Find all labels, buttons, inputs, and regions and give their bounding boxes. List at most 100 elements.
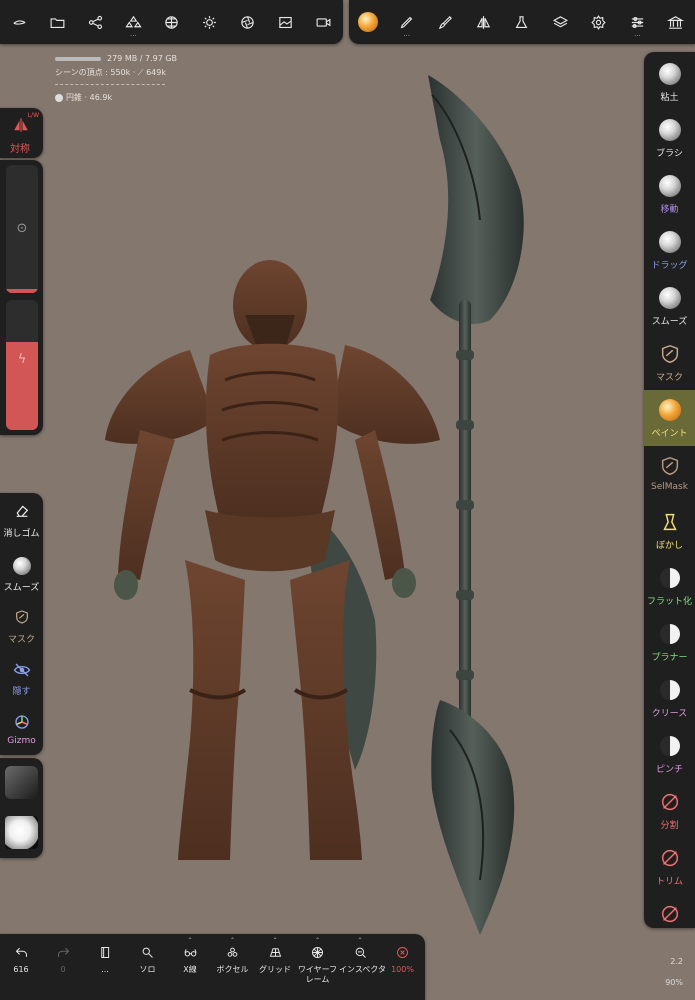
tool-label: ピンチ xyxy=(655,765,683,775)
selmask-icon xyxy=(659,455,681,477)
folder-icon[interactable] xyxy=(38,0,76,44)
bottom-button-label: X線 xyxy=(183,965,197,974)
tool-item-12[interactable]: ピンチ xyxy=(644,726,695,782)
hide-label: 隠す xyxy=(12,687,31,697)
light-icon[interactable] xyxy=(191,0,229,44)
material-sphere-thumbnail[interactable] xyxy=(5,816,38,849)
tool-label: マスク xyxy=(655,373,683,383)
sphere-grid-icon[interactable] xyxy=(152,0,190,44)
tool-item-5[interactable]: マスク xyxy=(644,334,695,390)
bottom-button-3[interactable]: ⌃ ボクセル xyxy=(212,934,254,1000)
bottom-button-7[interactable]: 100% xyxy=(382,934,424,1000)
aperture-icon[interactable] xyxy=(229,0,267,44)
gizmo-button[interactable]: Gizmo xyxy=(0,703,43,753)
symmetry-toggle[interactable]: L/W 対称 xyxy=(0,108,43,158)
tool-item-3[interactable]: ドラッグ xyxy=(644,222,695,278)
tool-item-8[interactable]: ぼかし xyxy=(644,502,695,558)
bottom-button-label: ... xyxy=(101,965,109,974)
tool-label: ペイント xyxy=(651,429,688,439)
memory-bar xyxy=(55,56,101,61)
paintbrush-icon[interactable] xyxy=(426,0,464,44)
tool-item-13[interactable]: 分割 xyxy=(644,782,695,838)
image-icon[interactable] xyxy=(267,0,305,44)
bottom-button-2[interactable]: ⌃ X線 xyxy=(169,934,211,1000)
glasses-icon xyxy=(169,945,211,960)
bottom-button-label: ワイヤーフ レーム xyxy=(297,965,338,984)
pen-icon[interactable]: ··· xyxy=(387,0,425,44)
tool-item-0[interactable]: 粘土 xyxy=(644,54,695,110)
undo-button[interactable]: 616 xyxy=(0,934,42,1000)
sculpt-tools-panel: 粘土 ブラシ移動ドラッグスムーズマスクペイント SelMask ぼかしフラット化プラナ… xyxy=(644,52,695,928)
layers-icon[interactable] xyxy=(541,0,579,44)
redo-button[interactable]: 0 xyxy=(42,934,84,1000)
matcap-thumbnail[interactable] xyxy=(5,766,38,799)
tool-item-7[interactable]: SelMask xyxy=(644,446,695,502)
sphere-icon xyxy=(658,231,681,253)
bottom-button-0[interactable]: ... xyxy=(84,934,126,1000)
flask-icon[interactable] xyxy=(503,0,541,44)
tool-label: 移動 xyxy=(660,205,679,215)
bottom-button-label: ボクセル xyxy=(216,965,249,974)
tool-item-11[interactable]: クリース xyxy=(644,670,695,726)
mask-label: マスク xyxy=(7,635,35,645)
viewport-model[interactable] xyxy=(0,0,695,1000)
tool-item-1[interactable]: ブラシ xyxy=(644,110,695,166)
hide-button[interactable]: 隠す xyxy=(0,651,43,701)
eraser-button[interactable]: 消しゴム xyxy=(0,493,43,543)
bottom-button-6[interactable]: ⌃ インスペクタ xyxy=(339,934,386,1000)
tool-label: 分割 xyxy=(660,821,679,831)
object-info: 円錐 · 46.9k xyxy=(66,93,113,102)
caret-up-icon: ⌃ xyxy=(272,937,278,944)
symmetry-icon[interactable] xyxy=(464,0,502,44)
intensity-icon: ϟ xyxy=(17,352,27,367)
trim-icon xyxy=(659,847,681,869)
scene-graph-icon[interactable] xyxy=(76,0,114,44)
voxel-icon xyxy=(212,945,254,960)
mask-icon xyxy=(0,609,43,627)
tool-item-14[interactable]: トリム xyxy=(644,838,695,894)
mask-icon xyxy=(659,343,681,365)
tool-item-6[interactable]: ペイント xyxy=(644,390,695,446)
tool-label: ドラッグ xyxy=(651,261,688,271)
tool-cut[interactable] xyxy=(644,894,695,950)
view-stats: 2.2 90% xyxy=(665,951,683,993)
bottom-button-5[interactable]: ⌃ ワイヤーフ レーム xyxy=(297,934,339,1000)
tool-label: ぼかし xyxy=(655,541,683,551)
tool-label: プラナー xyxy=(651,653,688,663)
tool-item-4[interactable]: スムーズ xyxy=(644,278,695,334)
view-value-1: 2.2 xyxy=(670,957,683,966)
menu-hamburger-icon[interactable] xyxy=(0,0,38,44)
tool-item-2[interactable]: 移動 xyxy=(644,166,695,222)
bottom-button-1[interactable]: ソロ xyxy=(127,934,169,1000)
camera-icon[interactable] xyxy=(305,0,343,44)
triangle-icon: ⟋ xyxy=(137,68,147,77)
bottom-button-label: 100% xyxy=(391,965,414,974)
material-preview-panel xyxy=(0,758,43,858)
caret-up-icon: ⌃ xyxy=(357,937,363,944)
tool-label: フラット化 xyxy=(646,597,692,607)
half-sphere-icon xyxy=(659,567,681,589)
tool-item-9[interactable]: フラット化 xyxy=(644,558,695,614)
scene-stats: 279 MB / 7.97 GB シーンの頂点 : 550k · ⟋ 649k … xyxy=(55,54,177,105)
eraser-label: 消しゴム xyxy=(3,529,40,539)
undo-count: 616 xyxy=(13,965,29,974)
mask-button[interactable]: マスク xyxy=(0,599,43,649)
half-sphere-icon xyxy=(659,623,681,645)
bottom-button-4[interactable]: ⌃ グリッド xyxy=(254,934,296,1000)
smooth-button[interactable]: スムーズ xyxy=(0,547,43,597)
cut-icon xyxy=(659,903,681,925)
brush-ball-icon[interactable] xyxy=(349,0,387,44)
radius-slider[interactable]: ⊙ xyxy=(6,165,38,293)
tool-label: スムーズ xyxy=(651,317,688,327)
intensity-slider[interactable]: ϟ xyxy=(6,300,38,430)
close-circle-icon xyxy=(382,945,424,960)
tool-label: SelMask xyxy=(651,482,688,492)
tool-item-10[interactable]: プラナー xyxy=(644,614,695,670)
sliders-icon[interactable]: ··· xyxy=(618,0,656,44)
more-dots: ··· xyxy=(130,32,137,40)
gear-icon[interactable] xyxy=(580,0,618,44)
museum-icon[interactable] xyxy=(657,0,695,44)
primitives-icon[interactable]: ··· xyxy=(114,0,152,44)
quick-tools: 消しゴム スムーズ マスク 隠す Gizmo xyxy=(0,493,43,755)
bottom-toolbar: 616 0 ... ソロ ⌃ X線 ⌃ ボクセル ⌃ グリッド ⌃ ワイヤーフ レーム ⌃ インスペク… xyxy=(0,934,425,1000)
